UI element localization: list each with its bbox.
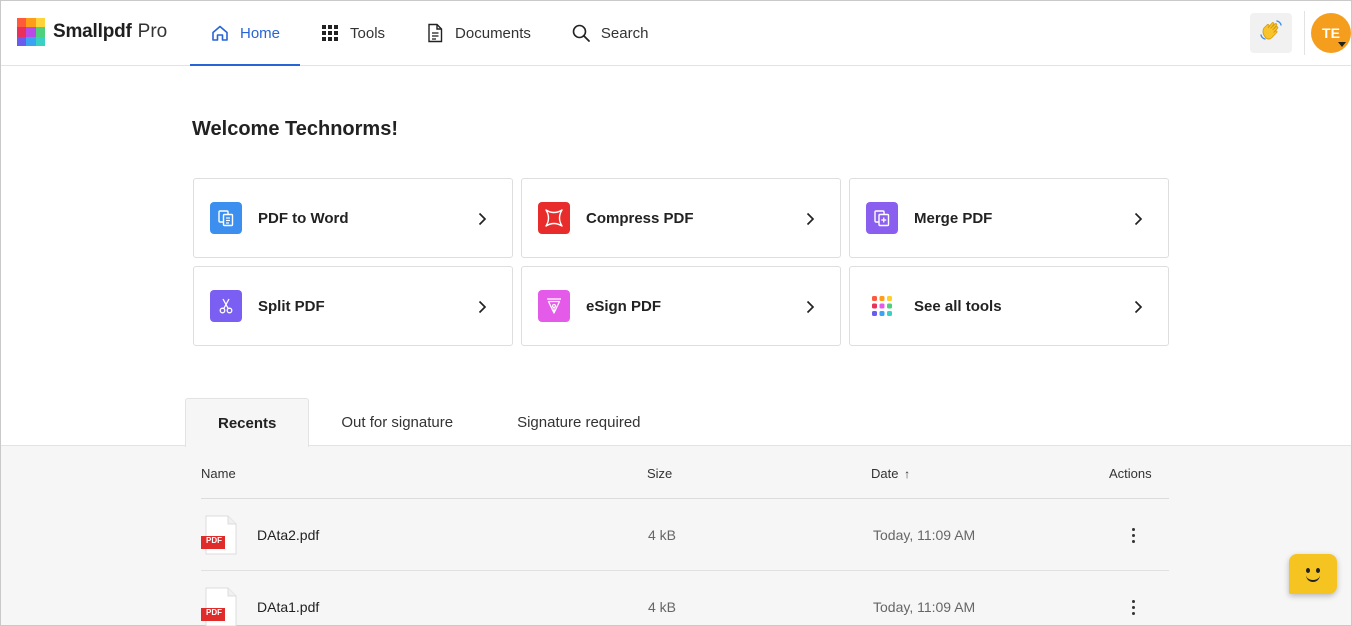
header-divider bbox=[1304, 11, 1305, 55]
documents-tabs: Recents Out for signature Signature requ… bbox=[185, 398, 673, 447]
brand-logo-link[interactable]: Smallpdf Pro bbox=[17, 18, 167, 46]
merge-icon bbox=[866, 202, 898, 234]
nav-home[interactable]: Home bbox=[190, 1, 301, 66]
tool-card-merge-pdf[interactable]: Merge PDF bbox=[849, 178, 1169, 258]
chevron-down-icon[interactable] bbox=[1338, 42, 1346, 47]
column-date[interactable]: Date ↑ bbox=[871, 466, 910, 481]
nav-documents-label: Documents bbox=[455, 24, 531, 42]
top-header: Smallpdf Pro Home Tools Documents Search… bbox=[1, 1, 1351, 66]
chevron-right-icon bbox=[806, 300, 815, 314]
search-icon bbox=[571, 23, 591, 43]
chevron-right-icon bbox=[1134, 212, 1143, 226]
waving-hand-icon bbox=[1258, 18, 1284, 49]
tool-label: Split PDF bbox=[258, 297, 325, 315]
chat-eye bbox=[1316, 568, 1320, 573]
brand-name: Smallpdf bbox=[53, 21, 132, 42]
more-actions-icon[interactable] bbox=[1125, 597, 1141, 617]
scissors-icon bbox=[210, 290, 242, 322]
file-size: 4 kB bbox=[648, 527, 677, 543]
tool-label: Compress PDF bbox=[586, 209, 694, 227]
file-date: Today, 11:09 AM bbox=[873, 527, 976, 543]
quick-tools-grid: PDF to Word Compress PDF Merge PDF Split… bbox=[193, 178, 1169, 346]
pdf-file-icon bbox=[201, 587, 237, 626]
home-icon bbox=[210, 23, 230, 43]
page-title: Welcome Technorms! bbox=[192, 118, 398, 140]
tool-card-see-all-tools[interactable]: See all tools bbox=[849, 266, 1169, 346]
nav-documents[interactable]: Documents bbox=[405, 1, 551, 65]
tool-label: PDF to Word bbox=[258, 209, 349, 227]
sort-arrow-icon: ↑ bbox=[904, 467, 911, 481]
pdf-to-word-icon bbox=[210, 202, 242, 234]
column-size[interactable]: Size bbox=[647, 466, 672, 481]
smiley-face-icon bbox=[1306, 575, 1320, 582]
whats-new-button[interactable] bbox=[1250, 13, 1292, 53]
table-header: Name Size Date ↑ Actions bbox=[201, 466, 1169, 498]
chevron-right-icon bbox=[478, 300, 487, 314]
chevron-right-icon bbox=[478, 212, 487, 226]
column-name[interactable]: Name bbox=[201, 466, 236, 481]
nav-search[interactable]: Search bbox=[551, 1, 669, 65]
tool-label: Merge PDF bbox=[914, 209, 993, 227]
pdf-file-icon bbox=[201, 515, 237, 555]
table-row[interactable]: PDF DAta2.pdf 4 kB Today, 11:09 AM bbox=[201, 499, 1169, 571]
chat-support-button[interactable] bbox=[1289, 554, 1337, 594]
tool-label: See all tools bbox=[914, 297, 1002, 315]
tab-signature-required[interactable]: Signature required bbox=[485, 398, 672, 446]
column-actions: Actions bbox=[1109, 466, 1152, 481]
file-name[interactable]: DAta2.pdf bbox=[257, 527, 319, 543]
more-actions-icon[interactable] bbox=[1125, 525, 1141, 545]
pdf-badge: PDF bbox=[206, 536, 222, 545]
grid-icon bbox=[320, 23, 340, 43]
chevron-right-icon bbox=[1134, 300, 1143, 314]
brand-plan: Pro bbox=[137, 21, 168, 42]
file-size: 4 kB bbox=[648, 599, 677, 615]
nav-tools[interactable]: Tools bbox=[300, 1, 405, 65]
tab-out-for-signature[interactable]: Out for signature bbox=[309, 398, 485, 446]
chat-eye bbox=[1306, 568, 1310, 573]
tab-recents[interactable]: Recents bbox=[185, 398, 310, 447]
nav-home-label: Home bbox=[240, 24, 281, 42]
tool-card-pdf-to-word[interactable]: PDF to Word bbox=[193, 178, 513, 258]
tool-card-esign-pdf[interactable]: eSign PDF bbox=[521, 266, 841, 346]
pdf-badge: PDF bbox=[206, 608, 222, 617]
tool-card-split-pdf[interactable]: Split PDF bbox=[193, 266, 513, 346]
pen-nib-icon bbox=[538, 290, 570, 322]
nav-tools-label: Tools bbox=[350, 24, 386, 42]
table-row[interactable]: PDF DAta1.pdf 4 kB Today, 11:09 AM bbox=[201, 571, 1169, 626]
dots-grid-icon bbox=[866, 290, 898, 322]
nav-search-label: Search bbox=[600, 24, 649, 42]
file-date: Today, 11:09 AM bbox=[873, 599, 976, 615]
tool-label: eSign PDF bbox=[586, 297, 662, 315]
user-avatar[interactable]: TE bbox=[1311, 13, 1351, 53]
chevron-right-icon bbox=[806, 212, 815, 226]
column-date-label: Date bbox=[871, 466, 899, 481]
tool-card-compress-pdf[interactable]: Compress PDF bbox=[521, 178, 841, 258]
main-nav: Home Tools Documents Search bbox=[190, 1, 669, 66]
compress-icon bbox=[538, 202, 570, 234]
avatar-initials: TE bbox=[1322, 25, 1340, 41]
smallpdf-logo-icon bbox=[17, 18, 45, 46]
document-icon bbox=[425, 23, 445, 43]
file-name[interactable]: DAta1.pdf bbox=[257, 599, 319, 615]
